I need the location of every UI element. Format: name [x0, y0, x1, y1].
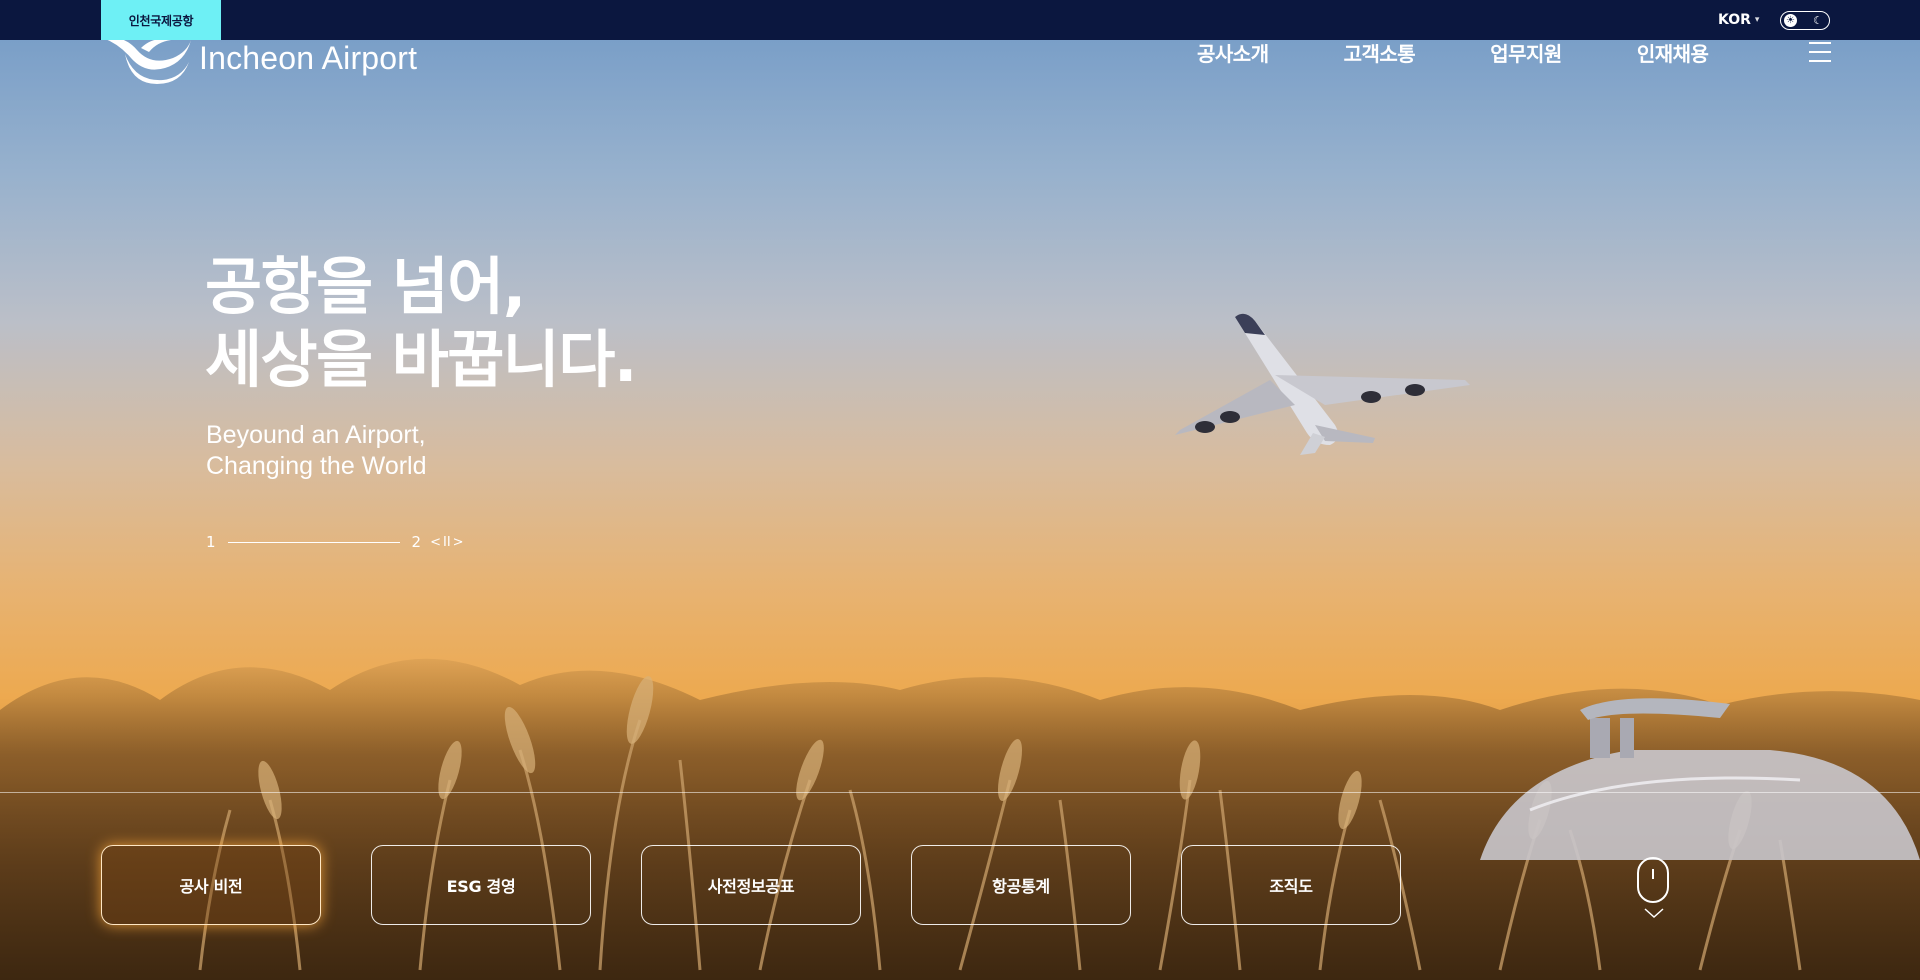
- slide-pager: 1 2 < II >: [206, 532, 464, 552]
- hero-subline: Beyound an Airport, Changing the World: [206, 421, 427, 480]
- hero-banner: [0, 40, 1920, 980]
- nav-item-customer[interactable]: 고객소통: [1344, 38, 1416, 67]
- quick-link-statistics[interactable]: 항공통계: [911, 845, 1131, 925]
- pager-controls: < II >: [430, 535, 463, 550]
- quick-link-esg[interactable]: ESG 경영: [371, 845, 591, 925]
- toggle-knob: ☀: [1784, 14, 1797, 27]
- site-tab-incheon-airport[interactable]: 인천국제공항: [101, 0, 221, 40]
- nav-item-business[interactable]: 업무지원: [1490, 38, 1562, 67]
- quick-link-vision[interactable]: 공사 비전: [101, 845, 321, 925]
- quick-link-organization[interactable]: 조직도: [1181, 845, 1401, 925]
- pager-current: 1: [206, 533, 216, 551]
- pause-slide-button[interactable]: II: [443, 535, 451, 550]
- nav-item-recruit[interactable]: 인재채용: [1637, 38, 1709, 67]
- pager-progress-track: [227, 541, 400, 543]
- moon-icon: ☾: [1813, 14, 1823, 27]
- prev-slide-button[interactable]: <: [430, 535, 441, 550]
- mouse-icon: [1637, 857, 1669, 903]
- scroll-down-button[interactable]: [1637, 857, 1671, 927]
- hamburger-menu-icon[interactable]: [1809, 42, 1831, 64]
- theme-toggle[interactable]: ☀ ☾: [1780, 11, 1830, 30]
- nav-item-company[interactable]: 공사소개: [1197, 38, 1269, 67]
- chevron-down-icon: ▾: [1754, 15, 1760, 25]
- quick-links: 공사 비전 ESG 경영 사전정보공표 항공통계 조직도: [101, 845, 1401, 925]
- pager-total: 2: [411, 533, 422, 551]
- hero-headline: 공항을 넘어, 세상을 바꿉니다.: [205, 250, 637, 396]
- horizon-line: [0, 792, 1920, 793]
- sun-icon: ☀: [1786, 14, 1795, 26]
- top-utility-bar: 인천국제공항 KOR ▾ ☀ ☾: [0, 0, 1920, 40]
- next-slide-button[interactable]: >: [453, 535, 464, 550]
- logo-text: Incheon Airport: [199, 39, 418, 76]
- language-selector[interactable]: KOR ▾: [1718, 10, 1759, 30]
- airplane-image: [1175, 313, 1470, 455]
- language-label: KOR: [1718, 12, 1751, 28]
- main-navigation: 공사소개 고객소통 업무지원 인재채용: [1197, 38, 1709, 67]
- terminal-building-image: [1480, 698, 1920, 860]
- chevron-down-icon: [1644, 908, 1664, 919]
- quick-link-disclosure[interactable]: 사전정보공표: [641, 845, 861, 925]
